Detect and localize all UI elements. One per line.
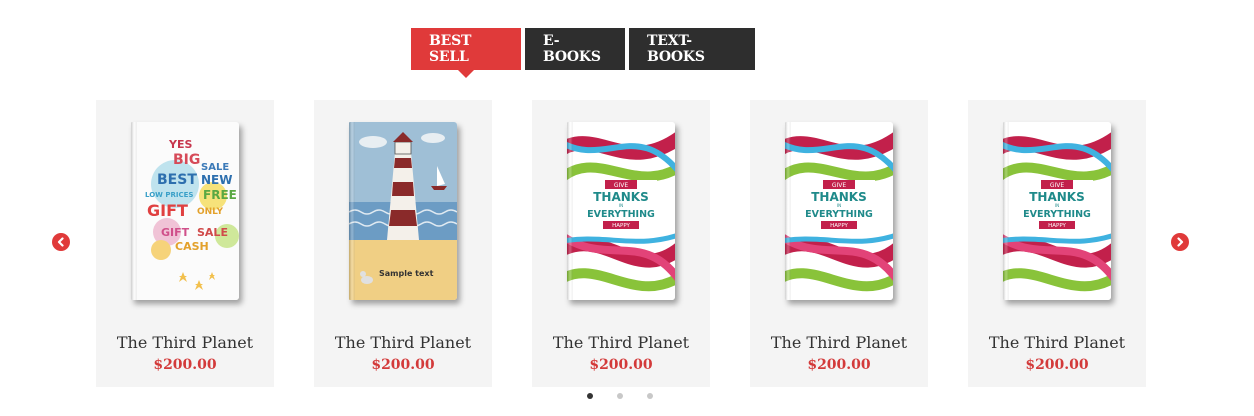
svg-text:IN: IN — [619, 203, 623, 208]
svg-text:BIG: BIG — [173, 152, 200, 168]
product-card[interactable]: GIVE THANKS IN EVERYTHING HAPPY The Thir… — [968, 100, 1146, 387]
svg-text:GIVE: GIVE — [614, 182, 629, 189]
give-thanks-cover-image[interactable]: GIVE THANKS IN EVERYTHING HAPPY — [1003, 122, 1111, 300]
svg-text:NEW: NEW — [201, 173, 232, 187]
product-title[interactable]: The Third Planet — [968, 333, 1146, 352]
svg-text:THANKS: THANKS — [811, 190, 867, 204]
svg-text:LOW PRICES: LOW PRICES — [145, 191, 193, 199]
svg-text:GIVE: GIVE — [832, 182, 847, 189]
svg-text:EVERYTHING: EVERYTHING — [805, 209, 873, 220]
tab-text-books[interactable]: TEXT-BOOKS — [629, 28, 755, 70]
give-thanks-cover-image[interactable]: GIVE THANKS IN EVERYTHING HAPPY — [785, 122, 893, 300]
sale-cover-image[interactable]: YES BIG SALE BEST NEW LOW PRICES FREE GI… — [131, 122, 239, 300]
svg-text:HAPPY: HAPPY — [830, 223, 848, 229]
product-title[interactable]: The Third Planet — [96, 333, 274, 352]
svg-text:IN: IN — [1055, 203, 1059, 208]
svg-text:THANKS: THANKS — [1029, 190, 1085, 204]
svg-text:CASH: CASH — [175, 240, 209, 253]
category-tabs: BEST SELL E-BOOKS TEXT-BOOKS — [411, 28, 755, 78]
product-price: $200.00 — [807, 357, 871, 373]
product-price: $200.00 — [153, 357, 217, 373]
product-price: $200.00 — [589, 357, 653, 373]
product-card[interactable]: GIVE THANKS IN EVERYTHING HAPPY The Thir… — [532, 100, 710, 387]
svg-text:FREE: FREE — [203, 188, 237, 202]
svg-text:Sample text: Sample text — [379, 269, 434, 278]
svg-text:EVERYTHING: EVERYTHING — [587, 209, 655, 220]
product-price: $200.00 — [1025, 357, 1089, 373]
product-card[interactable]: GIVE THANKS IN EVERYTHING HAPPY The Thir… — [750, 100, 928, 387]
svg-text:GIFT: GIFT — [161, 226, 190, 239]
product-carousel: YES BIG SALE BEST NEW LOW PRICES FREE GI… — [0, 100, 1254, 387]
tab-e-books[interactable]: E-BOOKS — [525, 28, 625, 70]
product-title[interactable]: The Third Planet — [532, 333, 710, 352]
pagination-dot-1[interactable] — [587, 393, 593, 399]
svg-text:BEST: BEST — [157, 172, 197, 188]
svg-text:GIVE: GIVE — [1050, 182, 1065, 189]
lighthouse-cover-image[interactable]: Sample text — [349, 122, 457, 300]
give-thanks-cover-image[interactable]: GIVE THANKS IN EVERYTHING HAPPY — [567, 122, 675, 300]
product-price: $200.00 — [371, 357, 435, 373]
product-title[interactable]: The Third Planet — [314, 333, 492, 352]
tab-best-sell[interactable]: BEST SELL — [411, 28, 521, 78]
pagination-dot-2[interactable] — [617, 393, 623, 399]
pagination-dot-3[interactable] — [647, 393, 653, 399]
svg-text:SALE: SALE — [197, 226, 228, 239]
svg-text:EVERYTHING: EVERYTHING — [1023, 209, 1091, 220]
carousel-pagination — [587, 393, 653, 399]
svg-text:ONLY: ONLY — [197, 207, 224, 217]
svg-text:SALE: SALE — [201, 162, 229, 173]
product-card[interactable]: Sample text The Third Planet $200.00 — [314, 100, 492, 387]
svg-text:YES: YES — [168, 138, 192, 151]
svg-text:GIFT: GIFT — [147, 201, 188, 220]
product-card[interactable]: YES BIG SALE BEST NEW LOW PRICES FREE GI… — [96, 100, 274, 387]
svg-text:THANKS: THANKS — [593, 190, 649, 204]
svg-text:HAPPY: HAPPY — [1048, 223, 1066, 229]
product-title[interactable]: The Third Planet — [750, 333, 928, 352]
svg-text:HAPPY: HAPPY — [612, 223, 630, 229]
svg-text:IN: IN — [837, 203, 841, 208]
